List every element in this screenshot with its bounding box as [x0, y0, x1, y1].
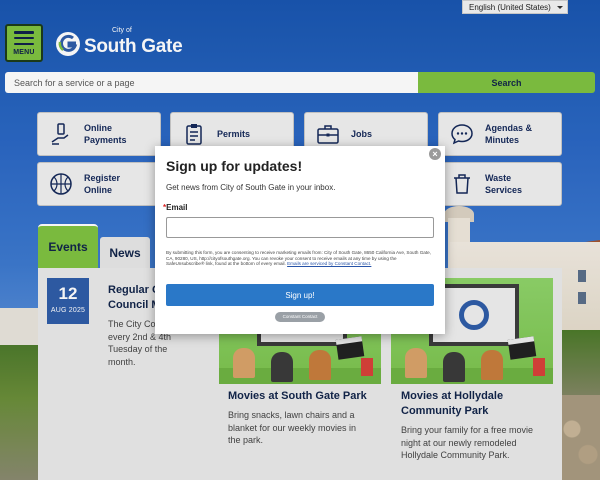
constant-contact-badge[interactable]: Constant Contact — [275, 312, 325, 322]
close-icon[interactable]: × — [429, 148, 441, 160]
email-field[interactable] — [166, 217, 434, 238]
modal-subtitle: Get news from City of South Gate in your… — [166, 183, 336, 192]
signup-modal: × Sign up for updates! Get news from Cit… — [155, 146, 445, 334]
consent-text: By submitting this form, you are consent… — [166, 250, 431, 267]
signup-button[interactable]: Sign up! — [166, 284, 434, 306]
constant-contact-link[interactable]: Emails are serviced by Constant Contact. — [287, 261, 371, 266]
email-field-label: *Email — [163, 203, 188, 212]
modal-title: Sign up for updates! — [166, 158, 303, 174]
